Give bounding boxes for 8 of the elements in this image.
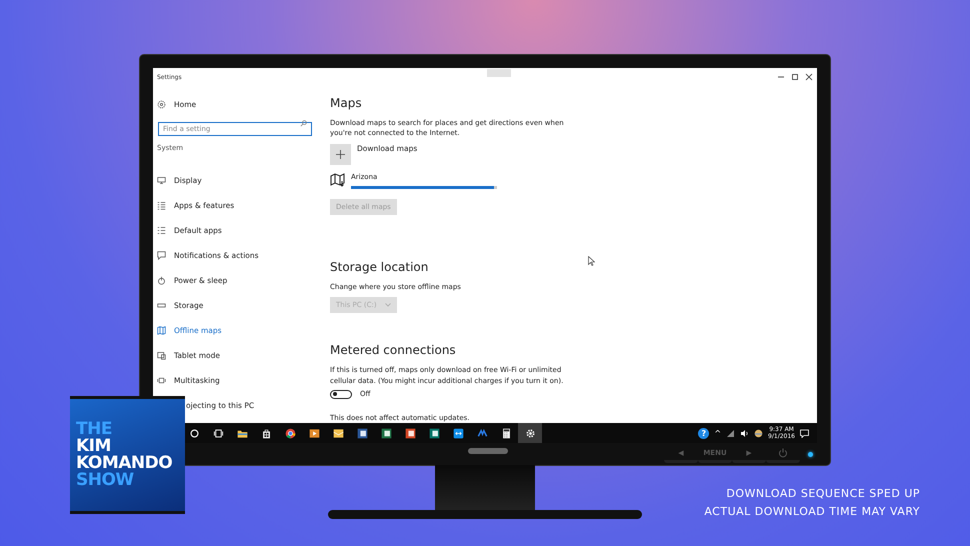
section-heading: Metered connections — [330, 343, 456, 358]
section-heading: Maps — [330, 96, 362, 110]
section-heading: Storage location — [330, 260, 428, 274]
caption-text: DOWNLOAD SEQUENCE SPED UP — [726, 487, 920, 500]
help-icon[interactable]: ? — [698, 428, 710, 438]
caption-text: ACTUAL DOWNLOAD TIME MAY VARY — [704, 505, 920, 518]
show-logo: THE KIM KOMANDO SHOW — [70, 396, 185, 514]
chevron-icon[interactable]: ^ — [714, 428, 722, 438]
